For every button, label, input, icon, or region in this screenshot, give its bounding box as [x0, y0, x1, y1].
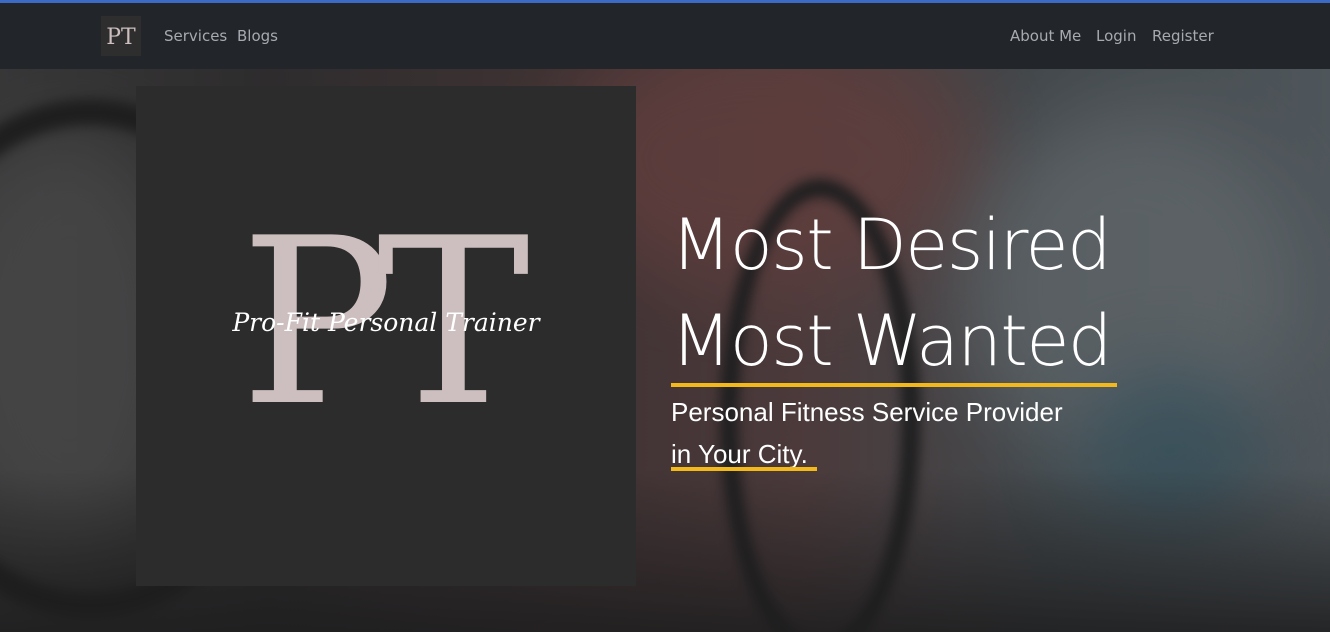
headline-underline [671, 383, 1117, 387]
nav-blogs[interactable]: Blogs [237, 26, 278, 46]
nav-services[interactable]: Services [164, 26, 227, 46]
hero-logo: PT Pro-Fit Personal Trainer [136, 86, 636, 586]
nav-login[interactable]: Login [1096, 26, 1136, 46]
headline-line-1: Most Desired [671, 204, 1112, 286]
navbar: PT Services Blogs About Me Login Registe… [0, 3, 1330, 69]
brand-monogram-icon: PT [106, 25, 136, 49]
hero-subheadline: Personal Fitness Service Provider in You… [671, 391, 1063, 475]
headline-line-2: Most Wanted [671, 300, 1112, 382]
hero-section: PT Pro-Fit Personal Trainer Most Desired… [0, 69, 1330, 632]
nav-register[interactable]: Register [1152, 26, 1214, 46]
subline-underline [671, 467, 817, 471]
brand-logo[interactable]: PT [101, 16, 141, 56]
hero-headline: Most Desired Most Wanted [671, 197, 1112, 389]
nav-about-me[interactable]: About Me [1010, 26, 1081, 46]
pt-monogram-logo: PT Pro-Fit Personal Trainer [231, 190, 546, 457]
subline-line-1: Personal Fitness Service Provider [671, 397, 1063, 427]
svg-text:PT: PT [106, 25, 136, 49]
svg-text:Pro-Fit Personal Trainer: Pro-Fit Personal Trainer [231, 308, 541, 337]
